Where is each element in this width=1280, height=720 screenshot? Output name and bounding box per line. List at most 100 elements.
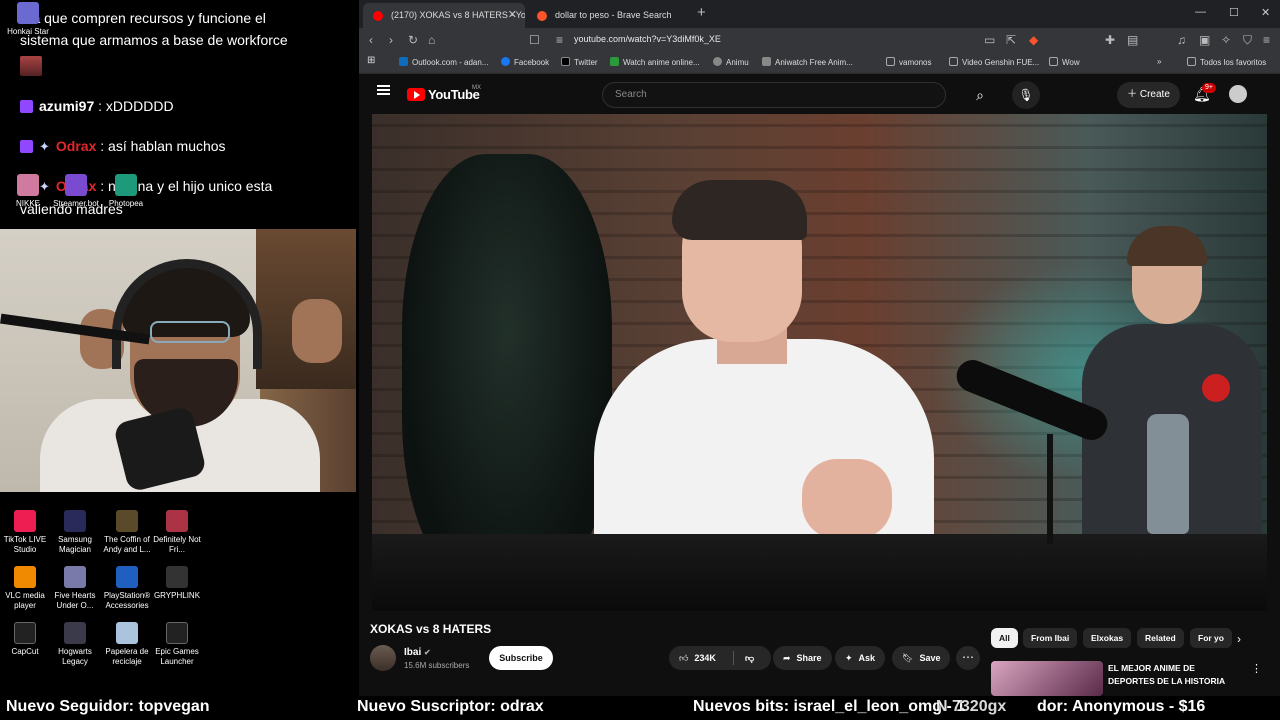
maximize-icon[interactable]: ☐ — [1229, 6, 1239, 19]
bookmark-vamonos[interactable]: vamonos — [886, 57, 931, 67]
chat-text: : xDDDDDD — [94, 98, 174, 114]
desktop-icon-photopea[interactable]: Photopea — [98, 174, 154, 209]
tab-title: dollar to peso - Brave Search — [555, 10, 672, 20]
install-icon[interactable]: ▭ — [984, 32, 995, 48]
chip-for-you[interactable]: For yo — [1190, 628, 1232, 648]
channel-name[interactable]: Ibai ✔ — [404, 647, 431, 658]
recommendation-thumbnail[interactable] — [991, 661, 1103, 696]
desktop-icon-five-hearts[interactable]: Five Hearts Under O... — [47, 566, 103, 611]
desktop-icon-samsung-magician[interactable]: Samsung Magician — [47, 510, 103, 555]
channel-name-text: Ibai — [404, 647, 422, 658]
bookmark-aniwatch[interactable]: Aniwatch Free Anim... — [762, 57, 853, 67]
desktop-icon-label: Hogwarts Legacy — [58, 647, 92, 666]
video-mic-stand — [1047, 434, 1053, 544]
recommendation-menu-icon[interactable]: ⋮ — [1251, 662, 1262, 675]
media-icon[interactable]: ♫ — [1177, 32, 1186, 48]
url-field[interactable]: youtube.com/watch?v=Y3diMf0k_XE — [574, 34, 721, 44]
chip-all[interactable]: All — [991, 628, 1018, 648]
desktop-icon-label: VLC media player — [5, 591, 45, 610]
create-button[interactable]: ＋ Create — [1117, 82, 1180, 108]
voice-search-icon[interactable]: 🎙 — [1012, 81, 1040, 109]
subscribe-button[interactable]: Subscribe — [489, 646, 553, 670]
desktop-icon-vlc[interactable]: VLC media player — [0, 566, 53, 611]
desktop-icon-label: CapCut — [11, 647, 39, 656]
site-settings-icon[interactable]: ≡ — [556, 32, 563, 48]
bookmark-label: Aniwatch Free Anim... — [775, 58, 853, 67]
close-window-icon[interactable]: ✕ — [1261, 6, 1270, 19]
search-icon[interactable]: ⌕ — [960, 82, 1000, 108]
tab-brave-search[interactable]: dollar to peso - Brave Search — [527, 3, 692, 28]
bookmark-video-genshin[interactable]: Video Genshin FUE... — [949, 57, 1039, 67]
tiktok-icon — [14, 510, 36, 532]
bookmark-icon[interactable]: ☐ — [529, 32, 540, 48]
apps-icon[interactable]: ⊞ — [367, 55, 375, 66]
folder-icon — [949, 57, 958, 66]
bookmark-animu[interactable]: Animu — [713, 57, 749, 67]
share-button[interactable]: ➦ Share — [773, 646, 832, 670]
desktop-icon-honkai[interactable]: Honkai Star — [0, 2, 56, 37]
save-button[interactable]: 🔖︎ Save — [892, 646, 951, 670]
chat-message: azumi97 : xDDDDDD — [20, 96, 174, 116]
folder-icon — [1049, 57, 1058, 66]
bookmark-facebook[interactable]: Facebook — [501, 57, 549, 67]
desktop-icon-label: Streamer.bot — [53, 199, 99, 208]
like-count[interactable]: 234K — [694, 653, 716, 663]
back-icon[interactable]: ‹ — [369, 32, 373, 48]
reload-icon[interactable]: ↻ — [408, 32, 418, 48]
desktop-icon-epic-games[interactable]: Epic Games Launcher — [149, 622, 205, 667]
youtube-logo-icon[interactable] — [407, 88, 425, 101]
wallet-icon[interactable]: ▣ — [1199, 32, 1210, 48]
leo-icon[interactable]: ✧ — [1221, 32, 1231, 48]
menu-icon[interactable]: ≡ — [1263, 32, 1270, 48]
account-avatar[interactable] — [1229, 85, 1247, 103]
desktop-icon-recycle-bin[interactable]: Papelera de reciclaje — [99, 622, 155, 667]
desktop-icon-definitely-not[interactable]: Definitely Not Fri... — [149, 510, 205, 555]
ticker-follower: Nuevo Seguidor: topvegan — [6, 698, 210, 715]
new-tab-icon[interactable]: + — [697, 4, 706, 21]
all-bookmarks[interactable]: Todos los favoritos — [1187, 57, 1266, 67]
search-input[interactable]: Search — [602, 82, 946, 108]
tab-youtube[interactable]: (2170) XOKAS vs 8 HATERS - You ✕ — [363, 3, 525, 28]
vpn-icon[interactable]: ⛉ — [1243, 32, 1252, 48]
chat-text: ara que compren recursos y funcione el — [20, 10, 266, 26]
channel-avatar[interactable] — [370, 645, 396, 671]
chevron-right-icon[interactable]: › — [1237, 632, 1241, 646]
ticker-donor: dor: Anonymous - $16 — [1037, 698, 1206, 715]
desktop-icon-hogwarts[interactable]: Hogwarts Legacy — [47, 622, 103, 667]
recommendation-title[interactable]: EL MEJOR ANIME DE DEPORTES DE LA HISTORI… — [1108, 662, 1243, 688]
video-player[interactable] — [372, 114, 1267, 611]
share-page-icon[interactable]: ⇱ — [1006, 32, 1016, 48]
chip-from-ibai[interactable]: From Ibai — [1023, 628, 1078, 648]
sidebar-icon[interactable]: ▤ — [1127, 32, 1138, 48]
extensions-icon[interactable]: ✚ — [1105, 32, 1115, 48]
brave-shields-icon[interactable]: ◆ — [1029, 32, 1038, 48]
ask-button[interactable]: ✦ Ask — [835, 646, 886, 670]
home-icon[interactable]: ⌂ — [428, 32, 435, 48]
forward-icon[interactable]: › — [389, 32, 393, 48]
webcam-feed — [0, 229, 356, 492]
ask-label: Ask — [858, 653, 876, 663]
desktop-icon-coffin-andy[interactable]: The Coffin of Andy and L... — [99, 510, 155, 555]
close-tab-icon[interactable]: ✕ — [508, 3, 517, 28]
chip-related[interactable]: Related — [1137, 628, 1184, 648]
aniwatch-icon — [762, 57, 771, 66]
desktop-icon-capcut[interactable]: CapCut — [0, 622, 53, 657]
desktop-icon-streamerbot[interactable]: Streamer.bot — [48, 174, 104, 209]
bookmark-wow[interactable]: Wow — [1049, 57, 1080, 67]
bookmark-twitter[interactable]: Twitter — [561, 57, 598, 67]
dislike-icon[interactable]: 👎︎ — [745, 646, 754, 670]
desktop-icon-gryphlink[interactable]: GRYPHLINK — [149, 566, 205, 601]
hamburger-menu-icon[interactable] — [377, 85, 390, 95]
desktop-icon-tiktok-live[interactable]: TikTok LIVE Studio — [0, 510, 53, 555]
video-water-bottle — [1147, 414, 1189, 534]
more-actions-icon[interactable]: ⋯ — [956, 646, 980, 670]
coffin-game-icon — [116, 510, 138, 532]
video-p2-badge — [1202, 374, 1230, 402]
bookmark-outlook[interactable]: Outlook.com - adan... — [399, 57, 488, 67]
bookmark-watch-anime[interactable]: Watch anime online... — [610, 57, 700, 67]
bookmarks-overflow-icon[interactable]: » — [1157, 57, 1161, 66]
desktop-icon-playstation[interactable]: PlayStation® Accessories — [99, 566, 155, 611]
chip-elxokas[interactable]: Elxokas — [1083, 628, 1132, 648]
like-icon[interactable]: 👍︎ — [679, 653, 688, 663]
minimize-icon[interactable]: — — [1195, 6, 1206, 18]
